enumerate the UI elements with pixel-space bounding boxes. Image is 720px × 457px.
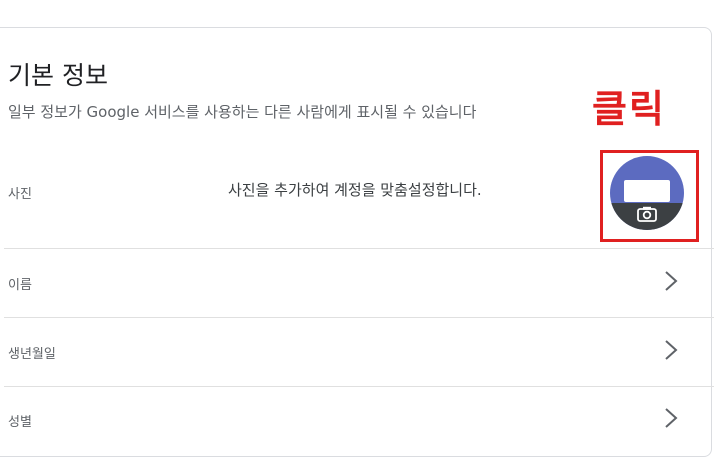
name-row[interactable]: 이름 xyxy=(4,249,716,317)
photo-label: 사진 xyxy=(8,187,32,202)
name-label: 이름 xyxy=(8,278,32,293)
chevron-right-icon xyxy=(665,408,678,428)
gender-label: 성별 xyxy=(8,415,32,430)
photo-description: 사진을 추가하여 계정을 맞춤설정합니다. xyxy=(228,181,482,199)
avatar-placeholder-shape xyxy=(624,180,670,202)
chevron-right-icon xyxy=(665,271,678,291)
gender-row[interactable]: 성별 xyxy=(4,387,716,447)
section-subtitle: 일부 정보가 Google 서비스를 사용하는 다른 사람에게 표시될 수 있습… xyxy=(8,103,477,121)
profile-avatar-button[interactable] xyxy=(610,156,684,230)
camera-icon xyxy=(637,206,657,222)
chevron-right-icon xyxy=(665,340,678,360)
birthday-label: 생년월일 xyxy=(8,347,56,362)
section-title: 기본 정보 xyxy=(8,61,108,90)
click-annotation: 클릭 xyxy=(592,87,666,131)
birthday-row[interactable]: 생년월일 xyxy=(4,318,716,386)
